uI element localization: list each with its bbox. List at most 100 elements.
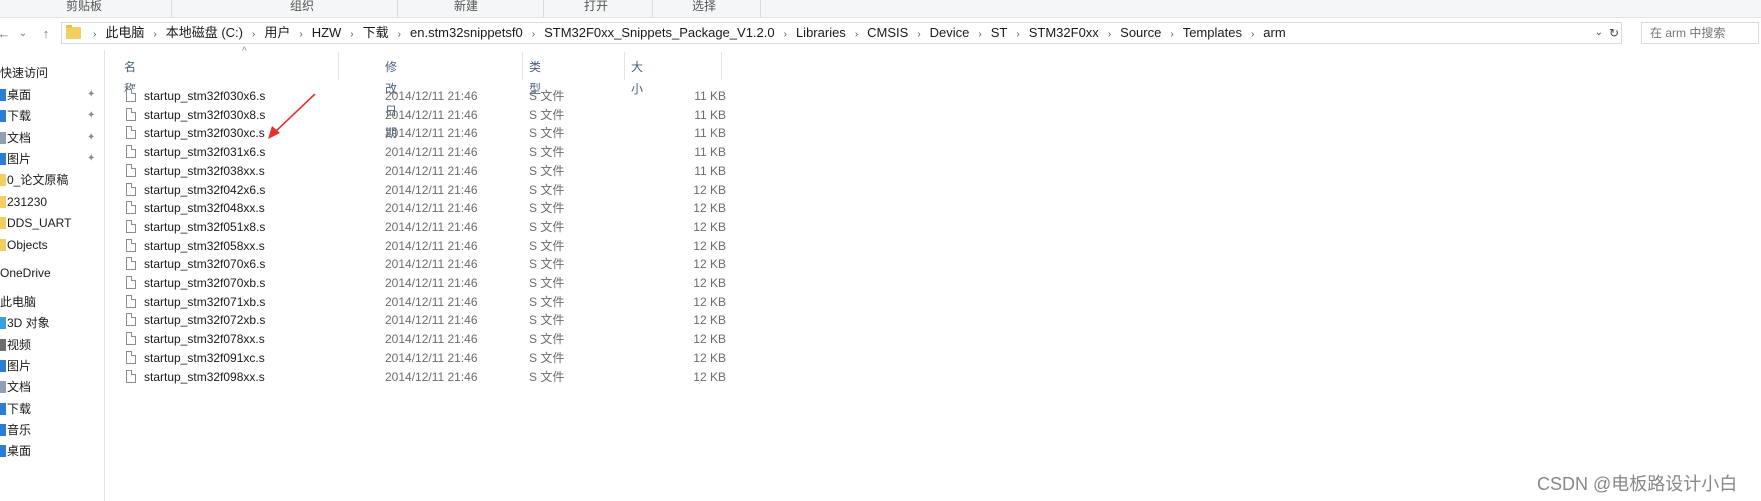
file-icon (126, 332, 136, 346)
column-divider[interactable] (338, 52, 339, 80)
breadcrumb-separator-icon[interactable]: › (1242, 29, 1263, 40)
file-type: S 文件 (529, 369, 565, 384)
ribbon-group-clipboard: 剪贴板 (65, 0, 102, 13)
file-icon (126, 294, 136, 308)
pin-icon: ✦ (87, 153, 96, 164)
nav-item[interactable]: 文档 (0, 377, 31, 397)
refresh-icon[interactable]: ↻ (1609, 23, 1619, 43)
nav-item[interactable]: 音乐 (0, 420, 31, 440)
breadcrumb-segment[interactable]: 用户 (264, 25, 290, 40)
file-icon (126, 257, 136, 271)
column-divider[interactable] (721, 52, 722, 80)
nav-item[interactable]: 下载 (0, 399, 31, 419)
nav-item[interactable]: 此电脑 (0, 292, 36, 312)
nav-item-label: 文档 (7, 380, 32, 394)
nav-item[interactable]: 3D 对象 (0, 313, 50, 333)
file-date: 2014/12/11 21:46 (385, 369, 478, 384)
breadcrumb-separator-icon[interactable]: › (1007, 29, 1028, 40)
breadcrumb-segment[interactable]: 此电脑 (105, 25, 144, 40)
breadcrumb-segment[interactable]: CMSIS (867, 25, 908, 40)
breadcrumb-separator-icon[interactable]: › (144, 29, 165, 40)
address-dropdown-button[interactable]: ⌄ (1595, 23, 1603, 43)
breadcrumb: › 此电脑 › 本地磁盘 (C:) › 用户 › HZW › 下载 › en.stm32snippet… (84, 23, 1286, 43)
breadcrumb-separator-icon[interactable]: › (290, 29, 311, 40)
navigation-pane: 快速访问 桌面 ✦ 下载 ✦ 文档 ✦ 图片 ✦ 0_论文原稿 231230 DDS_UART Obje… (0, 50, 105, 501)
desktop-icon (0, 89, 6, 101)
ribbon-group-open: 打开 (583, 0, 608, 13)
file-icon (126, 276, 136, 289)
nav-item[interactable]: 视频 (0, 335, 31, 355)
breadcrumb-segment[interactable]: STM32F0xx (1029, 25, 1099, 40)
nav-item[interactable]: 0_论文原稿 (0, 170, 68, 190)
column-header-type[interactable]: 类型 (529, 56, 541, 96)
breadcrumb-segment[interactable]: 本地磁盘 (C:) (166, 25, 243, 40)
folder-icon (0, 239, 6, 251)
breadcrumb-separator-icon[interactable]: › (243, 29, 264, 40)
column-header-name[interactable]: 名称 (124, 56, 136, 96)
nav-item[interactable]: 图片 (0, 356, 31, 376)
file-row[interactable]: startup_stm32f098xx.s 2014/12/11 21:46 S 文… (114, 367, 726, 388)
up-button[interactable]: ↑ (38, 24, 54, 44)
nav-item[interactable]: 图片 (0, 149, 31, 169)
breadcrumb-segment[interactable]: Templates (1183, 25, 1242, 40)
nav-item[interactable]: 快速访问 (0, 63, 48, 83)
breadcrumb-segment[interactable]: en.stm32snippetsf0 (410, 25, 523, 40)
column-divider[interactable] (522, 52, 523, 80)
nav-item[interactable]: 下载 (0, 106, 31, 126)
breadcrumb-segment[interactable]: HZW (312, 25, 342, 40)
address-bar[interactable]: › 此电脑 › 本地磁盘 (C:) › 用户 › HZW › 下载 › en.stm32snippet… (61, 22, 1622, 44)
folder-icon (0, 196, 6, 208)
column-header-size[interactable]: 大小 (631, 56, 643, 96)
breadcrumb-separator-icon[interactable]: › (341, 29, 362, 40)
ribbon-group-organize: 组织 (289, 0, 314, 13)
breadcrumb-segment[interactable]: Libraries (796, 25, 846, 40)
breadcrumb-segment[interactable]: arm (1263, 25, 1285, 40)
download-icon (0, 110, 6, 122)
breadcrumb-separator-icon[interactable]: › (908, 29, 929, 40)
file-icon (126, 369, 136, 383)
watermark: CSDN @电板路设计小白 (1537, 474, 1738, 494)
nav-item[interactable]: Objects (0, 235, 48, 255)
file-icon (126, 201, 136, 215)
breadcrumb-separator-icon[interactable]: › (84, 29, 105, 40)
nav-item-label: 快速访问 (0, 66, 49, 80)
nav-item[interactable]: 231230 (0, 192, 47, 212)
column-divider[interactable] (624, 52, 625, 80)
column-header-date[interactable]: 修改日期 (385, 56, 397, 140)
breadcrumb-separator-icon[interactable]: › (969, 29, 990, 40)
back-button[interactable]: ← (0, 24, 12, 44)
nav-item[interactable]: 桌面 (0, 85, 31, 105)
recent-locations-button[interactable]: ⌄ (15, 24, 31, 44)
ribbon-group-select: 选择 (691, 0, 716, 13)
nav-item[interactable]: OneDrive (0, 263, 51, 283)
breadcrumb-segment[interactable]: STM32F0xx_Snippets_Package_V1.2.0 (544, 25, 775, 40)
breadcrumb-separator-icon[interactable]: › (523, 29, 544, 40)
file-icon (126, 163, 136, 177)
file-icon (126, 182, 136, 196)
download-icon (0, 403, 6, 415)
breadcrumb-separator-icon[interactable]: › (1161, 29, 1182, 40)
nav-item[interactable]: DDS_UART (0, 213, 71, 233)
breadcrumb-segment[interactable]: ST (991, 25, 1008, 40)
breadcrumb-segment[interactable]: Source (1120, 25, 1161, 40)
sort-ascending-icon: ^ (242, 46, 247, 57)
picture-icon (0, 360, 6, 372)
pin-icon: ✦ (87, 110, 96, 121)
breadcrumb-segment[interactable]: 下载 (363, 25, 389, 40)
desktop-icon (0, 445, 6, 457)
breadcrumb-separator-icon[interactable]: › (1099, 29, 1120, 40)
nav-item[interactable]: 桌面 (0, 441, 31, 461)
search-input[interactable] (1641, 22, 1759, 44)
ribbon-divider (543, 0, 544, 17)
cube-icon (0, 317, 6, 329)
nav-item-label: 此电脑 (0, 295, 37, 309)
breadcrumb-segment[interactable]: Device (930, 25, 970, 40)
document-icon (0, 132, 6, 144)
nav-item[interactable]: 文档 (0, 128, 31, 148)
breadcrumb-separator-icon[interactable]: › (775, 29, 796, 40)
breadcrumb-separator-icon[interactable]: › (389, 29, 410, 40)
nav-item-label: DDS_UART (7, 216, 72, 230)
ribbon-divider (760, 0, 761, 17)
breadcrumb-separator-icon[interactable]: › (846, 29, 867, 40)
nav-item-label: Objects (7, 238, 48, 252)
